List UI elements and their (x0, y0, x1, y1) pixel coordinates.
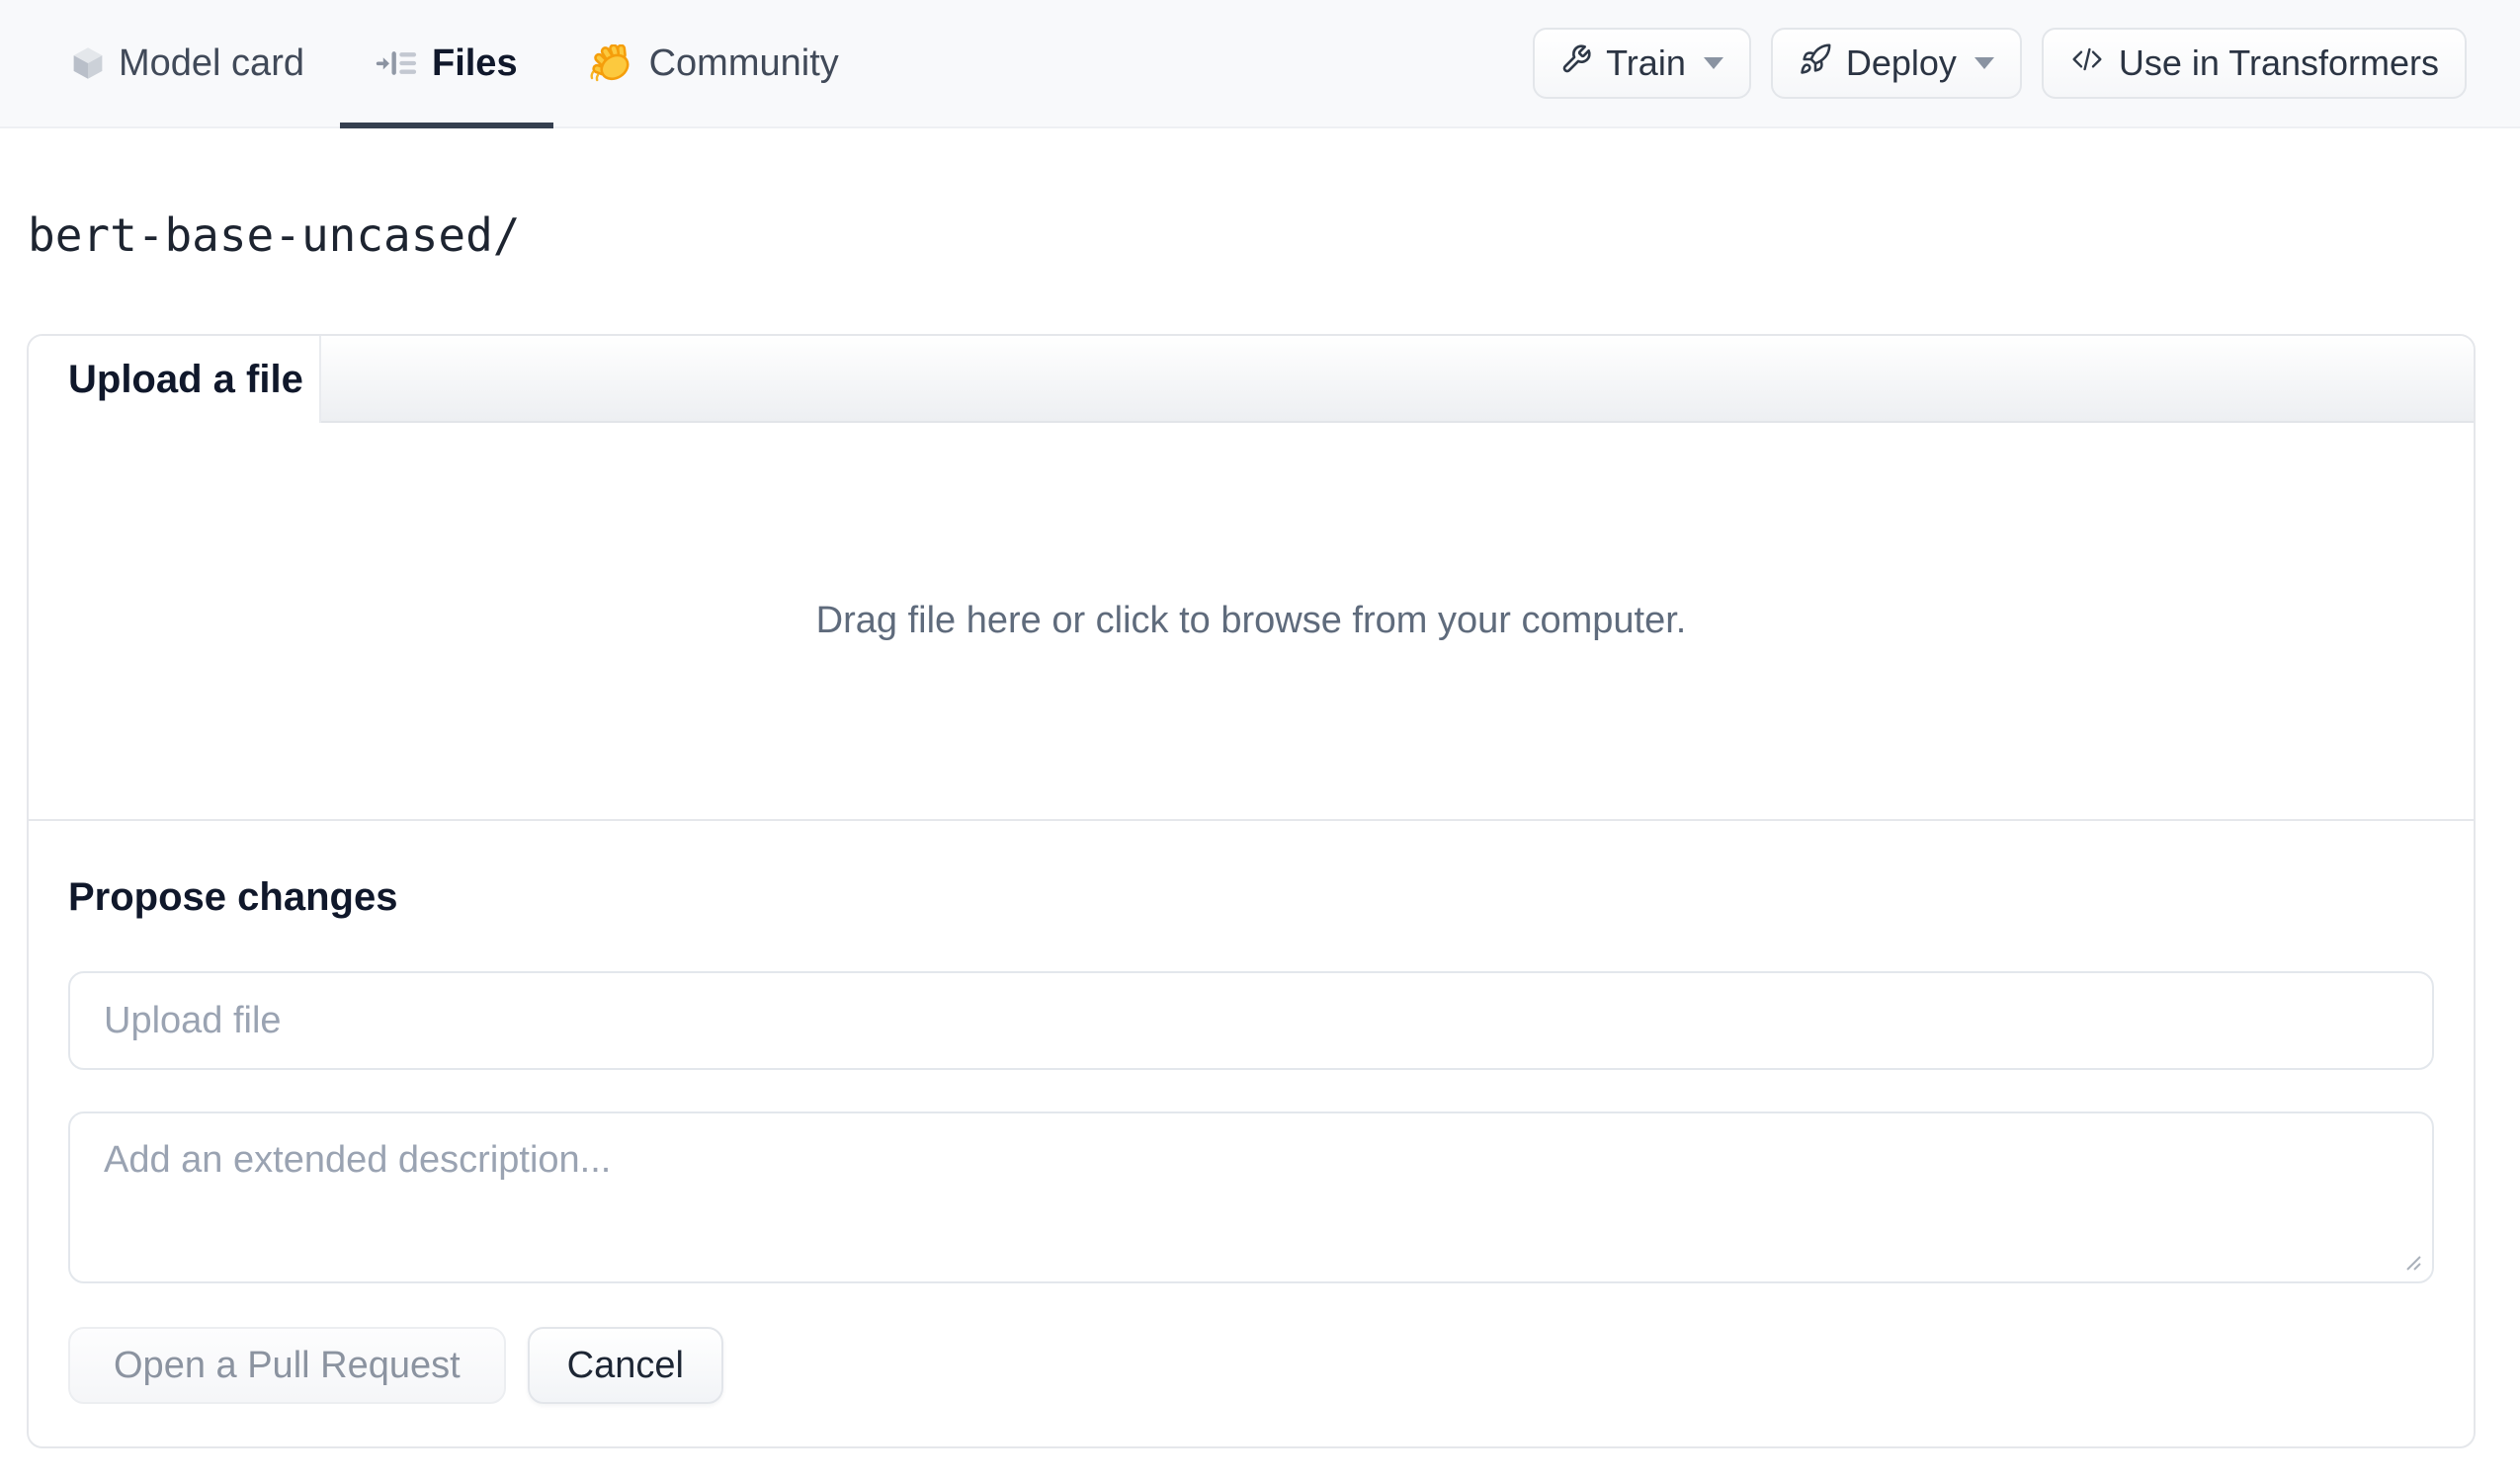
tab-upload-a-file[interactable]: Upload a file (29, 336, 321, 423)
deploy-button[interactable]: Deploy (1770, 28, 2022, 99)
tab-files[interactable]: Files (339, 0, 553, 128)
tab-model-card[interactable]: Model card (37, 0, 340, 126)
propose-actions: Open a Pull Request Cancel (68, 1327, 2434, 1404)
description-field-wrapper (68, 1112, 2434, 1283)
code-icon (2069, 42, 2105, 84)
breadcrumb[interactable]: bert-base-uncased/ (28, 207, 2520, 263)
waving-hand-icon (589, 44, 634, 82)
tabbar-filler (321, 336, 2474, 423)
upload-card: Upload a file Drag file here or click to… (27, 334, 2476, 1448)
propose-changes-heading: Propose changes (68, 875, 398, 919)
breadcrumb-path: bert-base-uncased/ (28, 208, 521, 262)
upload-card-tabbar: Upload a file (29, 336, 2474, 423)
repo-action-buttons: Train Deploy Use in Transformers (1533, 0, 2467, 126)
file-list-icon (376, 47, 417, 79)
tab-community-label: Community (648, 41, 839, 84)
wrench-icon (1560, 42, 1592, 84)
tab-upload-a-file-label: Upload a file (68, 357, 303, 401)
tab-model-card-label: Model card (119, 41, 304, 84)
open-pull-request-button[interactable]: Open a Pull Request (68, 1327, 506, 1404)
deploy-button-label: Deploy (1845, 42, 1957, 83)
chevron-down-icon (1974, 57, 1994, 69)
tab-community[interactable]: Community (553, 0, 875, 126)
header-nav: Model card Files Community Train Deploy … (0, 0, 2520, 128)
file-dropzone[interactable]: Drag file here or click to browse from y… (29, 423, 2474, 821)
cube-icon (72, 46, 104, 80)
chevron-down-icon (1703, 57, 1723, 69)
train-button-label: Train (1606, 42, 1686, 83)
tab-files-label: Files (431, 41, 518, 84)
propose-changes-section: Propose changes Open a Pull Request Canc… (29, 821, 2474, 1446)
upload-file-input[interactable] (68, 971, 2434, 1070)
train-button[interactable]: Train (1533, 28, 1751, 99)
resize-handle-icon[interactable] (2400, 1250, 2424, 1274)
description-textarea[interactable] (68, 1112, 2434, 1283)
repo-tabs: Model card Files Community (37, 0, 875, 128)
cancel-button[interactable]: Cancel (527, 1327, 723, 1404)
use-in-transformers-button[interactable]: Use in Transformers (2041, 28, 2467, 99)
dropzone-text: Drag file here or click to browse from y… (815, 600, 1687, 641)
use-in-transformers-label: Use in Transformers (2118, 42, 2439, 83)
rocket-icon (1799, 42, 1832, 85)
